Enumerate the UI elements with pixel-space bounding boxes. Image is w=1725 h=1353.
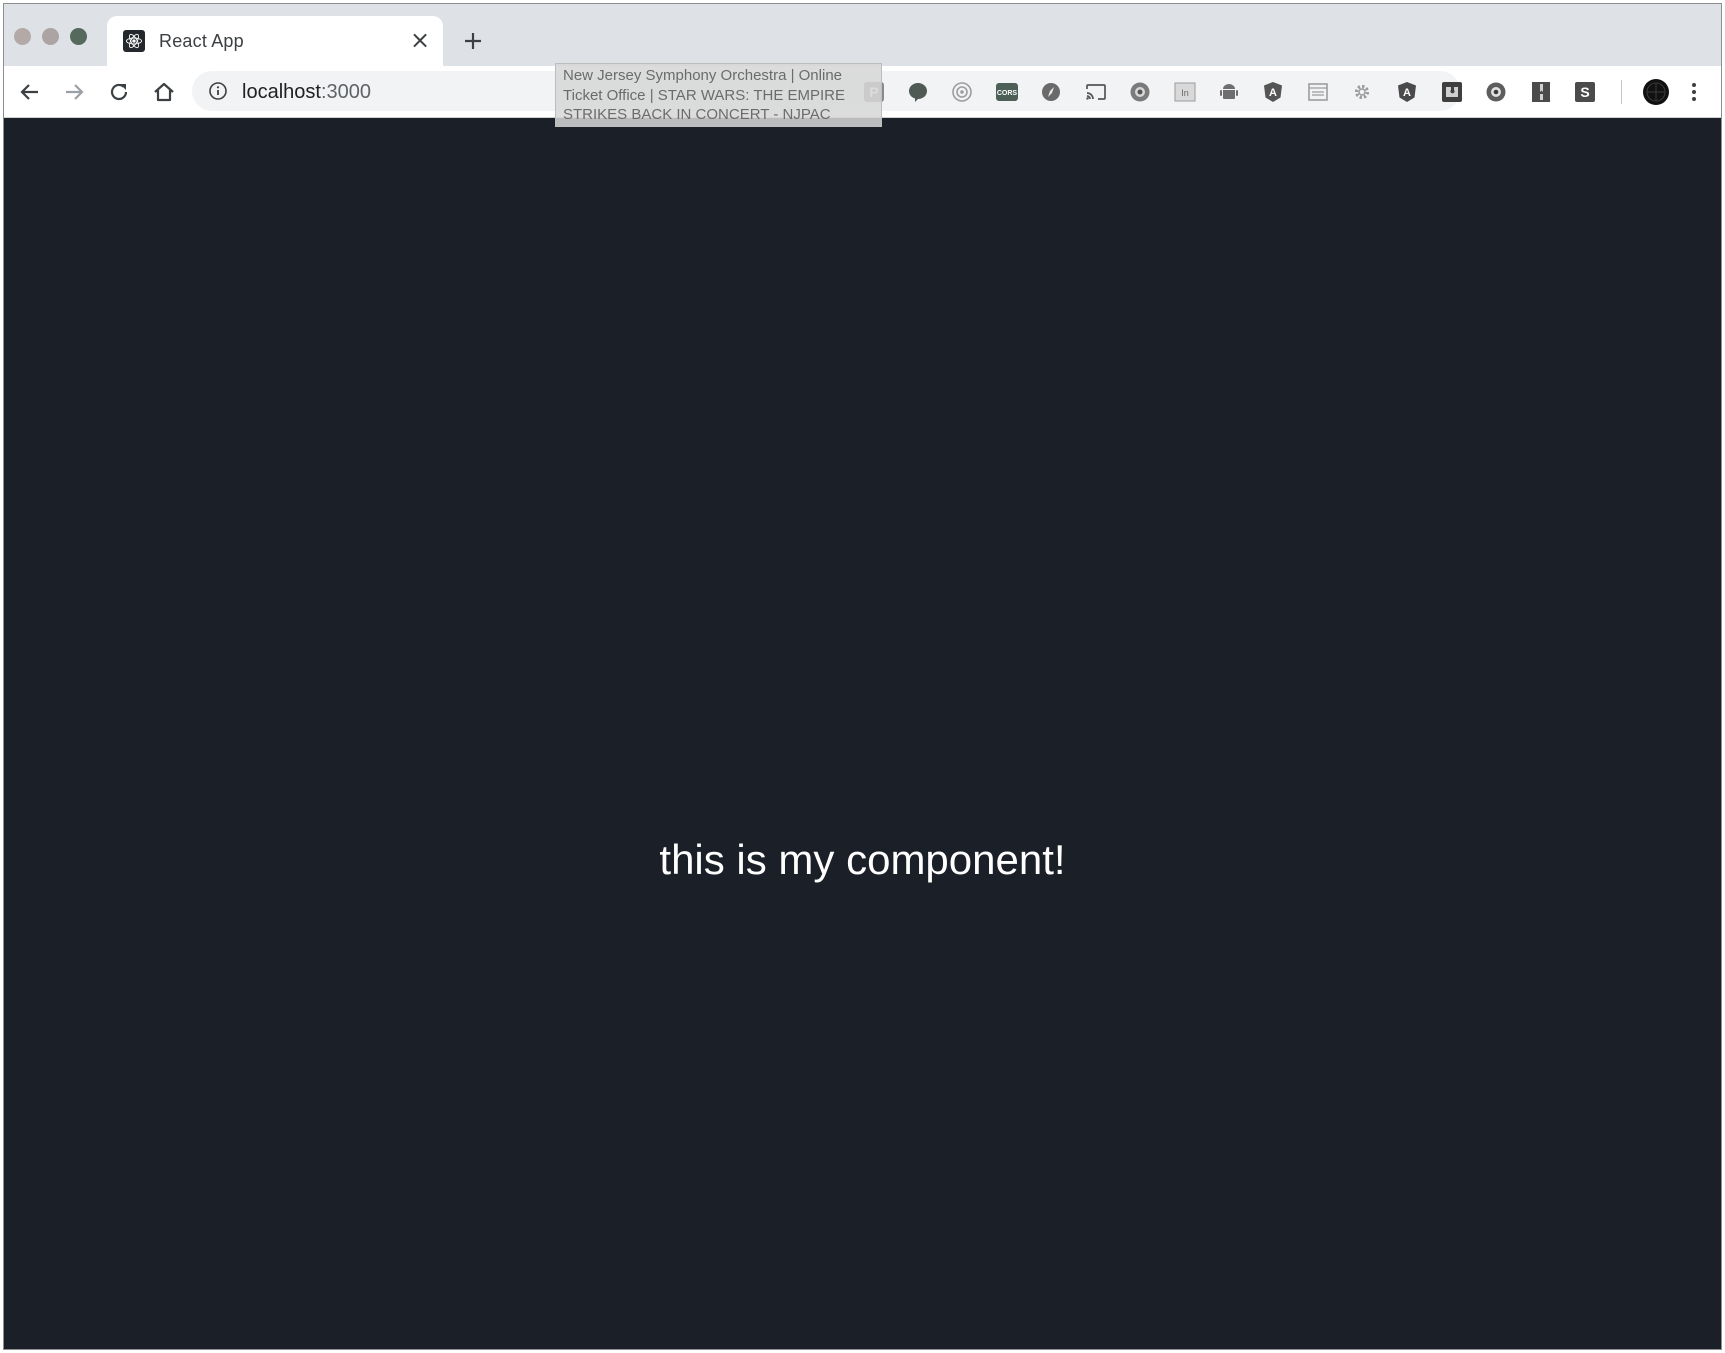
profile-avatar-icon[interactable]: [1642, 78, 1670, 106]
android-extension-icon[interactable]: [1217, 80, 1241, 104]
cors-extension-icon[interactable]: CORS: [995, 80, 1019, 104]
in-extension-icon[interactable]: In: [1173, 80, 1197, 104]
toolbar-separator: [1621, 80, 1622, 104]
component-message: this is my component!: [659, 836, 1066, 883]
browser-window: React App × localhost:3000 CORS In A A S…: [3, 3, 1722, 1350]
window-extension-icon[interactable]: [1306, 80, 1330, 104]
gear-extension-icon[interactable]: [1350, 80, 1374, 104]
page-content: this is my component!: [4, 118, 1721, 1349]
tab-title: React App: [159, 31, 244, 51]
tab-react-app[interactable]: React App ×: [107, 16, 443, 66]
svg-text:A: A: [1269, 87, 1277, 99]
tab-close-icon[interactable]: ×: [407, 27, 433, 53]
forward-arrow-icon[interactable]: [59, 77, 89, 107]
angular-extension-icon[interactable]: A: [1261, 80, 1285, 104]
bookmark-extension-icon[interactable]: [1529, 80, 1553, 104]
minimize-window-button[interactable]: [42, 28, 59, 45]
eye2-extension-icon[interactable]: [1484, 80, 1508, 104]
cast-icon[interactable]: [1084, 80, 1108, 104]
s-extension-icon[interactable]: S: [1573, 80, 1597, 104]
svg-text:In: In: [1181, 88, 1189, 98]
eye-extension-icon[interactable]: [1128, 80, 1152, 104]
new-tab-button[interactable]: [458, 26, 488, 56]
compass-extension-icon[interactable]: [1039, 80, 1063, 104]
kebab-menu-icon[interactable]: [1687, 80, 1701, 104]
url-host: localhost: [242, 81, 321, 103]
tab-strip: React App ×: [4, 4, 1721, 66]
home-icon[interactable]: [149, 77, 179, 107]
svg-text:S: S: [1580, 84, 1589, 100]
zoom-window-button[interactable]: [70, 28, 87, 45]
reload-icon[interactable]: [104, 77, 134, 107]
target-extension-icon[interactable]: [950, 80, 974, 104]
back-arrow-icon[interactable]: [15, 77, 45, 107]
svg-text:CORS: CORS: [997, 90, 1018, 97]
angular-dev-extension-icon[interactable]: A: [1395, 80, 1419, 104]
svg-text:A: A: [1403, 87, 1411, 99]
url-port: :3000: [320, 81, 371, 103]
close-window-button[interactable]: [14, 28, 31, 45]
react-favicon-icon: [123, 30, 145, 52]
site-info-icon[interactable]: [208, 81, 228, 101]
puzzle-extension-icon[interactable]: [1440, 80, 1464, 104]
chat-extension-icon[interactable]: [906, 80, 930, 104]
bookmark-tooltip: New Jersey Symphony Orchestra | Online T…: [555, 63, 882, 127]
url-text: localhost:3000: [242, 81, 371, 104]
